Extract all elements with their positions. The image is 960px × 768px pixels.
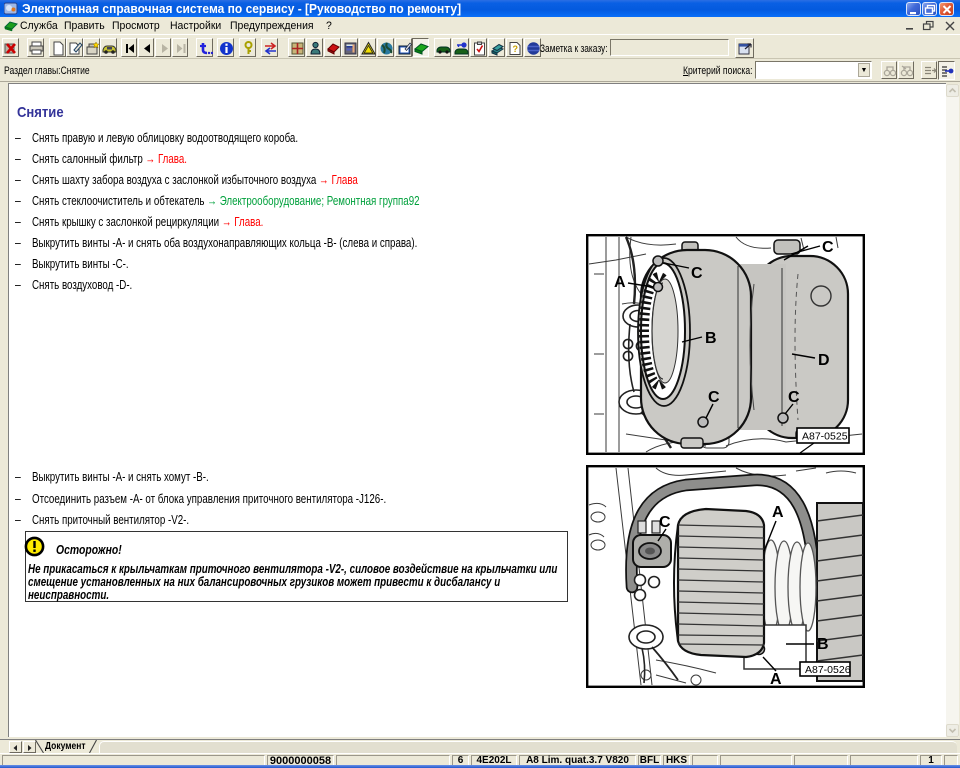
svg-text:C: C <box>659 514 671 531</box>
svg-text:C: C <box>691 265 703 282</box>
svg-text:C: C <box>708 389 720 406</box>
svg-text:A: A <box>614 274 626 291</box>
svg-text:C: C <box>788 389 800 406</box>
svg-text:A87-0525: A87-0525 <box>802 431 848 443</box>
svg-text:A: A <box>770 671 782 688</box>
svg-text:D: D <box>818 352 830 369</box>
svg-text:A87-0526: A87-0526 <box>805 664 851 676</box>
svg-text:B: B <box>817 636 829 653</box>
svg-text:C: C <box>822 239 834 256</box>
svg-text:B: B <box>705 330 717 347</box>
svg-text:A: A <box>772 504 784 521</box>
svg-text:?: ? <box>512 44 518 54</box>
